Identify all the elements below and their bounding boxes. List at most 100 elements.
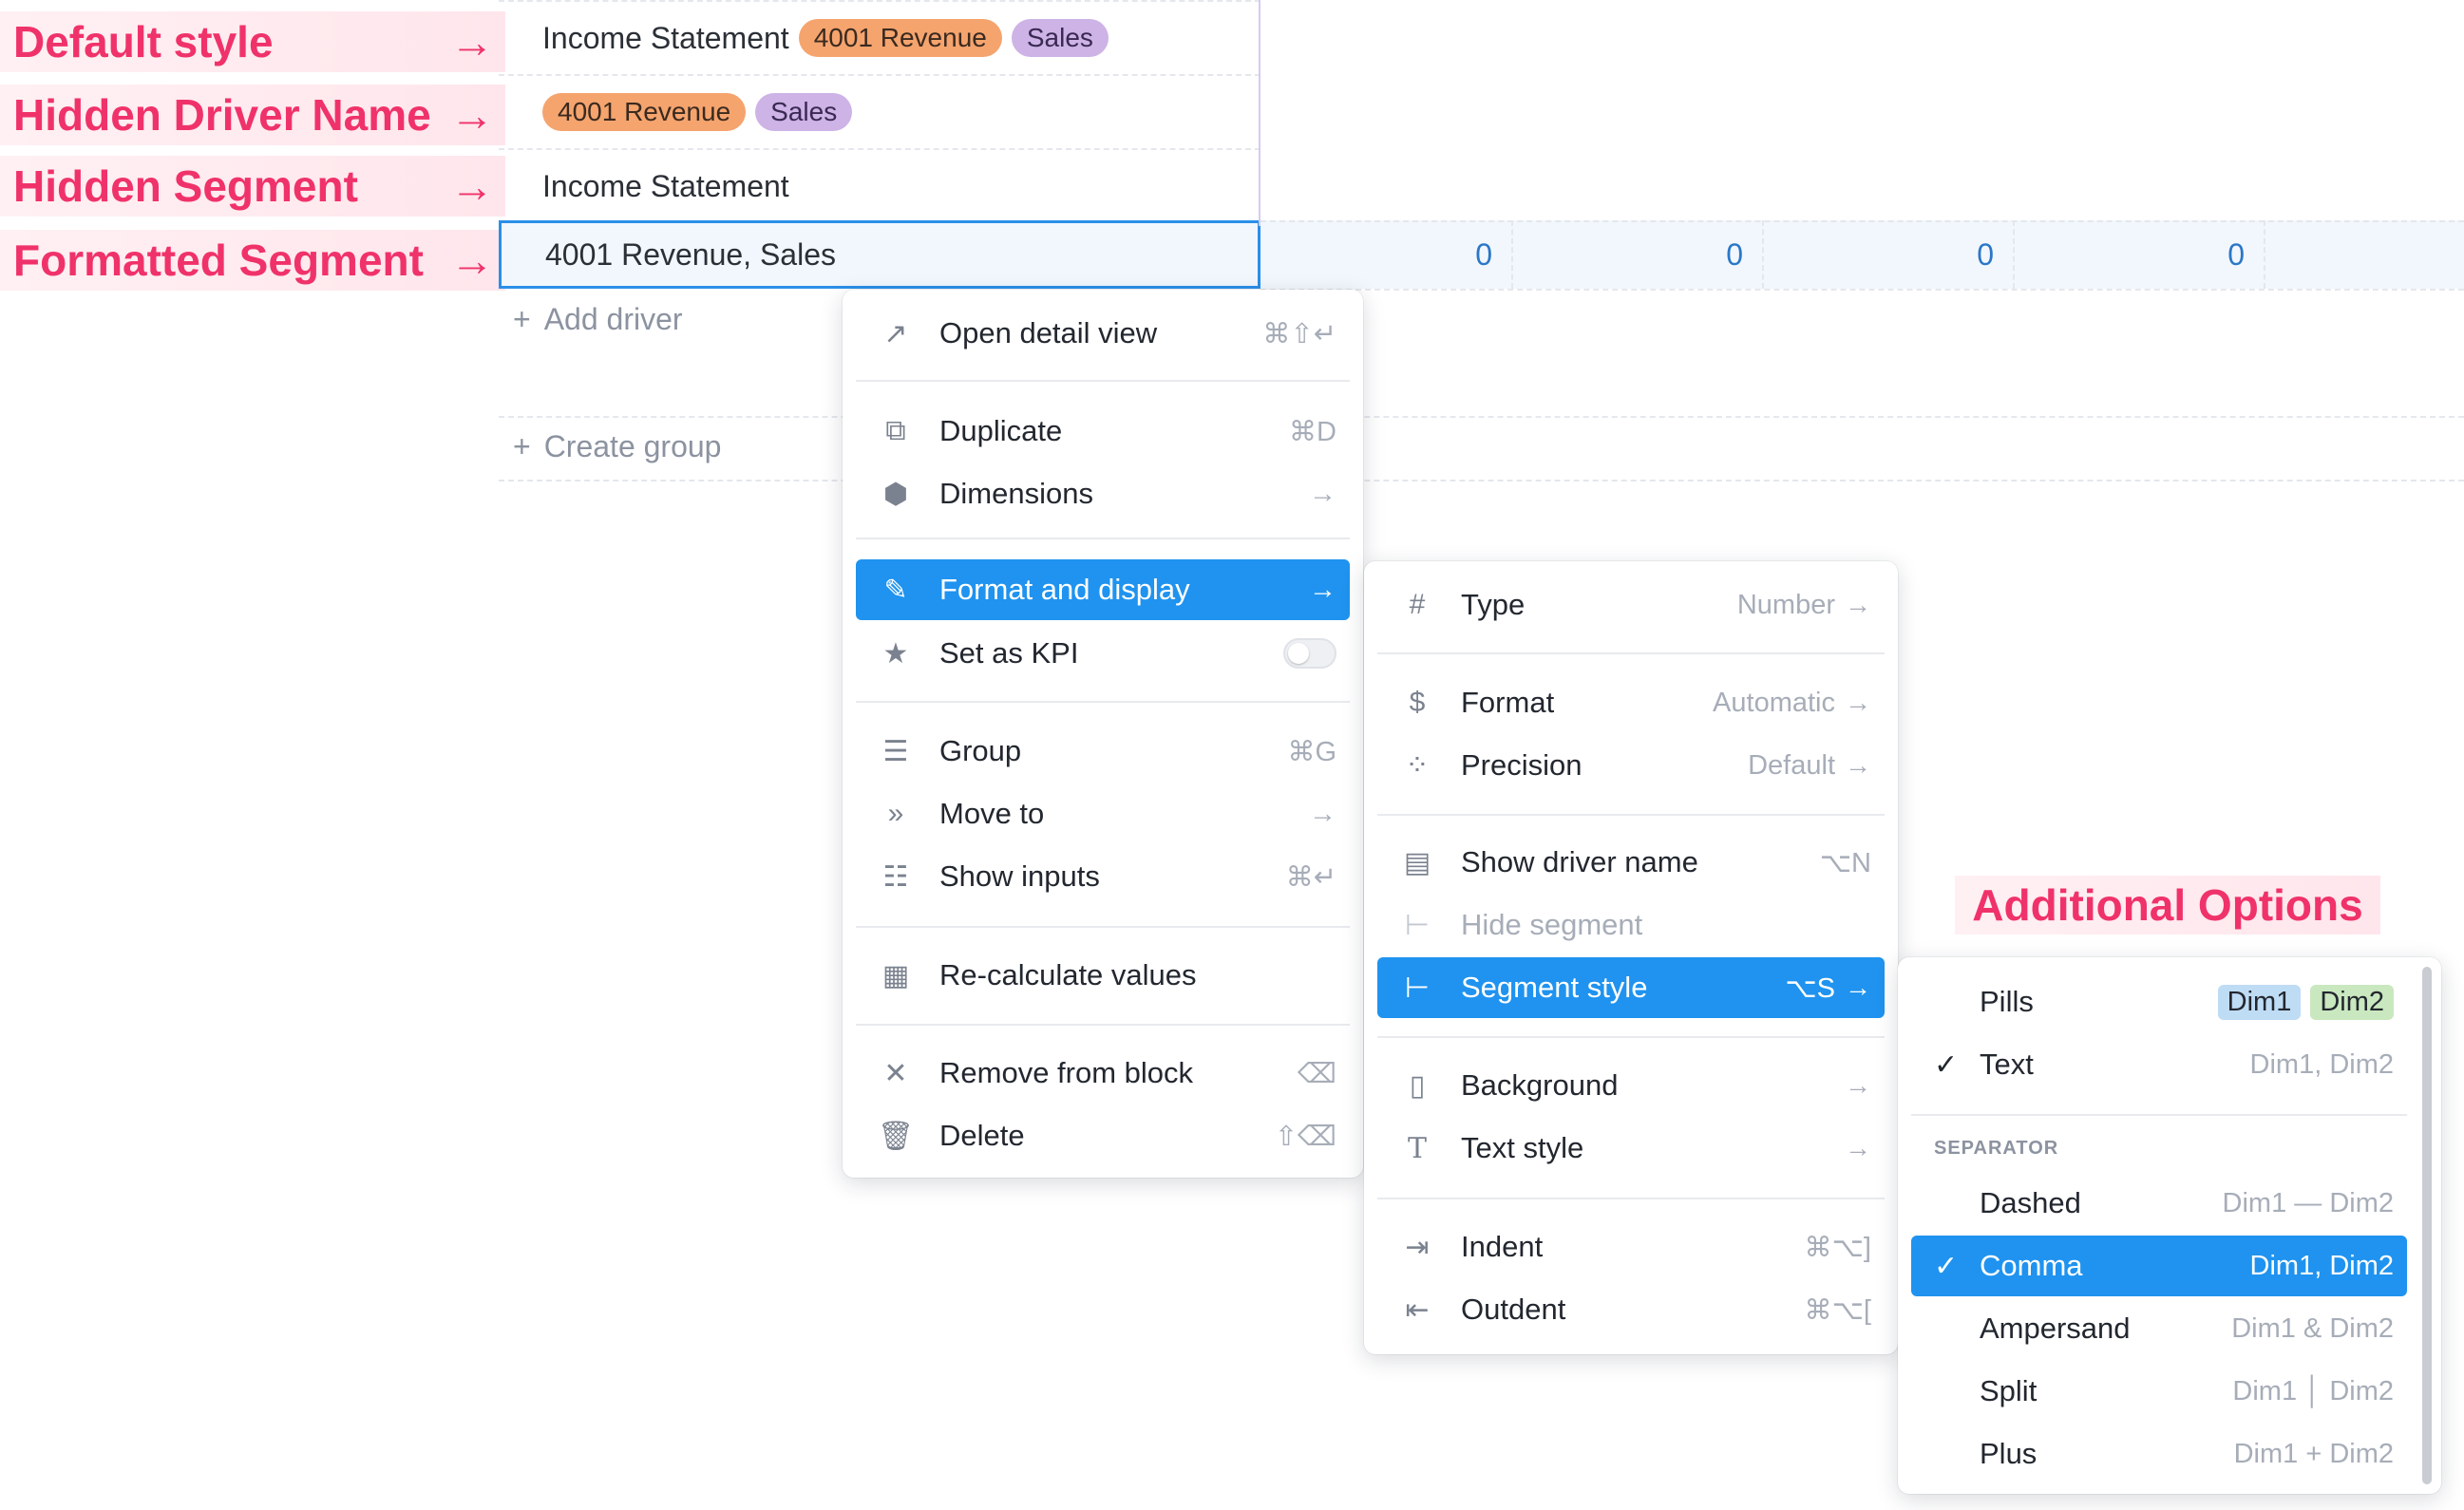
- menu-item-label: Dashed: [1980, 1186, 2081, 1219]
- annotation-label: Hidden Driver Name: [13, 90, 431, 140]
- shortcut-hint: ⌘D: [1289, 416, 1336, 447]
- menu-item-label: Delete: [939, 1119, 1025, 1152]
- plus-icon: +: [513, 302, 531, 336]
- menu-separator: [856, 380, 1350, 382]
- kpi-toggle[interactable]: [1283, 638, 1336, 669]
- value-cell[interactable]: 0: [2013, 220, 2264, 289]
- preview-text: Dim1, Dim2: [2249, 1250, 2394, 1281]
- shortcut-hint: ⌥N: [1819, 847, 1871, 878]
- menu-item-open-detail-view[interactable]: ↗ Open detail view ⌘⇧↵: [856, 303, 1350, 364]
- menu-item-indent[interactable]: ⇥ Indent ⌘⌥]: [1377, 1217, 1885, 1277]
- text-icon: T: [1407, 1131, 1427, 1165]
- menu-separator: [856, 1024, 1350, 1026]
- segment-icon: ⊢: [1404, 909, 1431, 941]
- menu-item-label: Ampersand: [1980, 1312, 2131, 1345]
- menu-item-group[interactable]: ☰ Group ⌘G: [856, 721, 1350, 782]
- menu-item-dashed[interactable]: Dashed Dim1 — Dim2: [1911, 1173, 2407, 1234]
- menu-item-show-driver-name[interactable]: ▤ Show driver name ⌥N: [1377, 832, 1885, 893]
- preview-pill: Dim2: [2310, 984, 2394, 1020]
- menu-item-segment-style[interactable]: ⊢ Segment style ⌥S →: [1377, 957, 1885, 1018]
- menu-item-type[interactable]: # Type Number →: [1377, 575, 1885, 635]
- menu-item-label: Comma: [1980, 1249, 2083, 1282]
- annotation-default-style: Default style →: [0, 11, 505, 72]
- menu-item-delete[interactable]: 🗑 Delete ⇧⌫: [856, 1105, 1350, 1166]
- annotation-formatted-segment: Formatted Segment →: [0, 230, 505, 291]
- menu-item-dimensions[interactable]: ⬢ Dimensions →: [856, 463, 1350, 524]
- menu-item-text[interactable]: ✓ Text Dim1, Dim2: [1911, 1034, 2407, 1095]
- menu-item-label: Text: [1980, 1048, 2034, 1081]
- menu-separator: [856, 538, 1350, 539]
- menu-item-label: Format: [1461, 686, 1555, 719]
- segment-pill: 4001 Revenue: [542, 93, 747, 131]
- preview-text: Dim1 + Dim2: [2233, 1438, 2394, 1469]
- section-label: SEPARATOR: [1934, 1138, 2059, 1159]
- menu-item-ampersand[interactable]: Ampersand Dim1 & Dim2: [1911, 1298, 2407, 1359]
- menu-item-label: Text style: [1461, 1131, 1584, 1164]
- shortcut-hint: ⌘⇧↵: [1262, 318, 1336, 349]
- menu-item-label: Hide segment: [1461, 908, 1643, 941]
- driver-row-selected[interactable]: 4001 Revenue, Sales: [499, 220, 1260, 289]
- menu-item-label: Show inputs: [939, 859, 1100, 893]
- trash-icon: 🗑: [877, 1120, 915, 1152]
- chevron-right-icon: →: [1845, 972, 1871, 1002]
- indent-icon: ⇥: [1405, 1231, 1430, 1263]
- scrollbar[interactable]: [2422, 967, 2432, 1484]
- format-submenu: # Type Number → $ Format Automatic → ⁘ P…: [1364, 561, 1898, 1354]
- arrow-right-icon: →: [450, 17, 494, 66]
- menu-item-plus[interactable]: Plus Dim1 + Dim2: [1911, 1424, 2407, 1484]
- create-group-button[interactable]: + Create group: [513, 429, 721, 464]
- menu-item-text-style[interactable]: T Text style →: [1377, 1118, 1885, 1179]
- driver-row[interactable]: Income Statement 4001 Revenue Sales: [499, 0, 1260, 74]
- menu-item-set-as-kpi[interactable]: ★ Set as KPI: [856, 623, 1350, 684]
- annotation-label: Hidden Segment: [13, 161, 358, 211]
- menu-item-hide-segment[interactable]: ⊢ Hide segment: [1377, 895, 1885, 955]
- preview-text: Dim1 & Dim2: [2231, 1312, 2394, 1344]
- menu-item-show-inputs[interactable]: ☷ Show inputs ⌘↵: [856, 846, 1350, 907]
- menu-item-split[interactable]: Split Dim1 │ Dim2: [1911, 1361, 2407, 1422]
- chevron-right-icon: →: [1845, 1070, 1871, 1100]
- value-cell[interactable]: [2264, 220, 2464, 289]
- arrow-up-right-icon: ↗: [883, 317, 908, 349]
- menu-item-format-and-display[interactable]: ✎ Format and display →: [856, 559, 1350, 620]
- driver-row[interactable]: 4001 Revenue Sales: [499, 74, 1260, 148]
- menu-item-duplicate[interactable]: ⧉ Duplicate ⌘D: [856, 401, 1350, 462]
- paint-icon: ▯: [1409, 1069, 1426, 1102]
- menu-item-recalculate-values[interactable]: ▦ Re-calculate values: [856, 945, 1350, 1006]
- menu-item-label: Format and display: [939, 573, 1190, 606]
- chevron-right-icon: →: [1845, 750, 1871, 780]
- inputs-icon: ☷: [882, 860, 909, 893]
- menu-item-move-to[interactable]: » Move to →: [856, 783, 1350, 844]
- outdent-icon: ⇤: [1405, 1293, 1430, 1326]
- driver-name: Income Statement: [542, 20, 789, 55]
- value-cell[interactable]: 0: [1260, 220, 1511, 289]
- menu-separator: [1377, 652, 1885, 654]
- segment-pill: Sales: [755, 93, 853, 131]
- context-menu: ↗ Open detail view ⌘⇧↵ ⧉ Duplicate ⌘D ⬢ …: [843, 290, 1363, 1178]
- menu-item-pills[interactable]: Pills Dim1 Dim2: [1911, 972, 2407, 1032]
- menu-item-label: Move to: [939, 797, 1045, 830]
- add-driver-button[interactable]: + Add driver: [513, 302, 683, 337]
- value-cell[interactable]: 0: [1762, 220, 2013, 289]
- menu-item-format[interactable]: $ Format Automatic →: [1377, 672, 1885, 733]
- text-block-icon: ▤: [1403, 846, 1431, 878]
- menu-separator: [1377, 1198, 1885, 1199]
- segment-style-submenu: Pills Dim1 Dim2 ✓ Text Dim1, Dim2 SEPARA…: [1898, 957, 2441, 1494]
- menu-item-background[interactable]: ▯ Background →: [1377, 1055, 1885, 1116]
- preview-text: Dim1 │ Dim2: [2232, 1375, 2394, 1406]
- arrow-right-icon: →: [450, 236, 494, 285]
- menu-item-remove-from-block[interactable]: ✕ Remove from block ⌫: [856, 1043, 1350, 1104]
- preview-text: Dim1, Dim2: [2249, 1048, 2394, 1080]
- section-divider: [499, 480, 2464, 481]
- menu-item-outdent[interactable]: ⇤ Outdent ⌘⌥[: [1377, 1279, 1885, 1340]
- value-cell[interactable]: 0: [1511, 220, 1762, 289]
- menu-item-label: Open detail view: [939, 316, 1158, 349]
- menu-item-comma[interactable]: ✓ Comma Dim1, Dim2: [1911, 1236, 2407, 1296]
- segment-pill: 4001 Revenue: [798, 19, 1002, 57]
- row-divider: [1260, 289, 2464, 291]
- annotation-label: Formatted Segment: [13, 236, 424, 285]
- menu-item-label: Re-calculate values: [939, 958, 1197, 991]
- driver-row[interactable]: Income Statement: [499, 148, 1260, 222]
- shortcut-hint: ⌥S: [1785, 972, 1835, 1004]
- menu-separator: [1377, 814, 1885, 816]
- menu-item-precision[interactable]: ⁘ Precision Default →: [1377, 735, 1885, 796]
